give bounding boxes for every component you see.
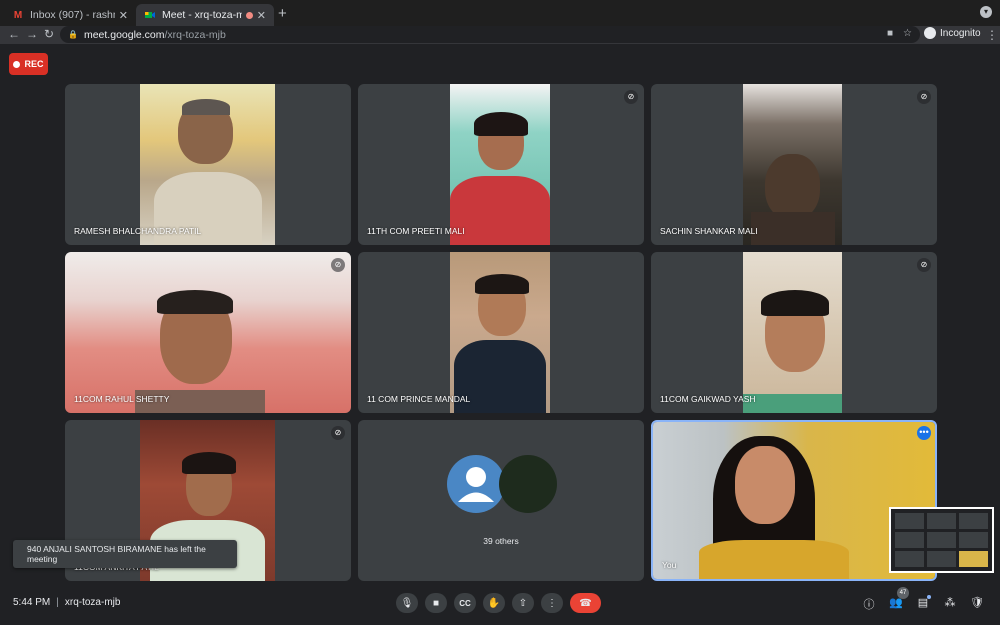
address-bar[interactable]: 🔒 meet.google.com /xrq-toza-mjb ■ ☆ xyxy=(60,26,920,43)
participant-name: SACHIN SHANKAR MALI xyxy=(660,226,758,236)
bookmark-star-icon[interactable]: ☆ xyxy=(903,28,912,39)
current-time: 5:44 PM xyxy=(13,597,51,608)
divider: | xyxy=(56,597,59,608)
participant-tile[interactable]: 11 COM PRINCE MANDAL xyxy=(358,252,644,413)
preview-cell xyxy=(895,532,924,548)
browser-toolbar: ← → ↻ 🔒 meet.google.com /xrq-toza-mjb ■ … xyxy=(0,26,1000,44)
closed-captions-icon: CC xyxy=(459,598,471,608)
participant-name: 11COM RAHUL SHETTY xyxy=(74,394,170,404)
preview-cell xyxy=(927,513,956,529)
captions-button[interactable]: CC xyxy=(454,593,476,613)
close-tab-icon[interactable]: ✕ xyxy=(119,9,128,22)
microphone-icon: 🎙 xyxy=(400,597,414,609)
microphone-button[interactable]: 🎙 xyxy=(396,593,418,613)
tab-gmail-inbox[interactable]: M Inbox (907) - rashmisolanki@ ✕ xyxy=(4,4,136,26)
more-options-button[interactable]: ⋮ xyxy=(541,593,563,613)
mic-off-icon: ⊘ xyxy=(624,90,638,104)
activities-icon[interactable]: ⁂ xyxy=(942,596,958,610)
preview-cell xyxy=(959,513,988,529)
url-path: /xrq-toza-mjb xyxy=(164,28,226,41)
toast-text: 940 ANJALI SANTOSH BIRAMANE has left the… xyxy=(27,544,206,564)
others-tile[interactable]: 39 others xyxy=(358,420,644,581)
participant-tile[interactable]: 11TH COM PREETI MALI ⊘ xyxy=(358,84,644,245)
preview-cell xyxy=(895,551,924,567)
recording-indicator-icon xyxy=(245,11,253,19)
host-controls-icon[interactable]: 🛡 xyxy=(969,596,985,610)
present-screen-icon: ⇧ xyxy=(518,597,528,609)
participant-count-badge: 47 xyxy=(897,587,909,599)
participant-video xyxy=(450,84,550,245)
participant-tile[interactable]: RAMESH BHALCHANDRA PATIL xyxy=(65,84,351,245)
participant-video xyxy=(140,84,275,245)
lock-icon[interactable]: 🔒 xyxy=(68,30,78,39)
raise-hand-button[interactable]: ✋ xyxy=(483,593,505,613)
participant-name: 11COM GAIKWAD YASH xyxy=(660,394,756,404)
camera-icon: ■ xyxy=(432,597,440,609)
avatar xyxy=(499,455,557,513)
participant-video xyxy=(450,252,550,413)
tab-title: Meet - xrq-toza-mjb xyxy=(162,9,242,21)
incognito-label: Incognito xyxy=(940,27,981,39)
presentation-preview[interactable] xyxy=(889,507,994,573)
close-tab-icon[interactable]: ✕ xyxy=(257,9,266,22)
phone-hangup-icon: ☎ xyxy=(579,597,592,609)
incognito-icon xyxy=(924,27,936,39)
rec-label: REC xyxy=(24,59,44,69)
notification-toast: 940 ANJALI SANTOSH BIRAMANE has left the… xyxy=(13,540,237,568)
browser-tab-strip: M Inbox (907) - rashmisolanki@ ✕ Meet - … xyxy=(0,0,1000,26)
browser-menu-icon[interactable]: ⋮ xyxy=(986,28,998,42)
participant-tile[interactable]: 11COM GAIKWAD YASH ⊘ xyxy=(651,252,937,413)
record-dot-icon xyxy=(13,60,21,68)
chat-notification-dot xyxy=(927,595,931,599)
tab-title: Inbox (907) - rashmisolanki@ xyxy=(30,9,115,21)
meeting-code: xrq-toza-mjb xyxy=(64,597,121,608)
avatar-placeholder xyxy=(447,455,505,513)
gmail-icon: M xyxy=(13,9,23,21)
tab-search-icon[interactable]: ▾ xyxy=(980,6,992,18)
participant-name: RAMESH BHALCHANDRA PATIL xyxy=(74,226,202,236)
forward-icon[interactable]: → xyxy=(26,27,38,41)
mic-off-icon: ⊘ xyxy=(917,258,931,272)
others-avatars xyxy=(447,455,557,513)
present-button[interactable]: ⇧ xyxy=(512,593,534,613)
url-host: meet.google.com xyxy=(83,28,165,41)
incognito-indicator[interactable]: Incognito xyxy=(924,27,981,39)
camera-button[interactable]: ■ xyxy=(425,593,447,613)
camera-icon[interactable]: ■ xyxy=(887,28,893,39)
more-vert-icon: ⋮ xyxy=(547,597,557,609)
recording-badge: REC xyxy=(9,53,48,75)
more-options-icon[interactable]: ••• xyxy=(917,426,931,440)
preview-cell xyxy=(927,551,956,567)
hand-icon: ✋ xyxy=(487,597,501,609)
reload-icon[interactable]: ↻ xyxy=(44,27,54,41)
participant-video xyxy=(743,252,842,413)
mic-off-icon: ⊘ xyxy=(331,258,345,272)
preview-cell xyxy=(959,532,988,548)
preview-cell xyxy=(895,513,924,529)
new-tab-button[interactable]: + xyxy=(278,5,287,22)
participant-tile[interactable]: SACHIN SHANKAR MALI ⊘ xyxy=(651,84,937,245)
participant-name: 11 COM PRINCE MANDAL xyxy=(367,394,471,404)
preview-cell xyxy=(959,551,988,567)
meeting-details: 5:44 PM | xrq-toza-mjb xyxy=(13,597,120,608)
participant-video xyxy=(743,84,842,245)
preview-cell xyxy=(927,532,956,548)
leave-call-button[interactable]: ☎ xyxy=(570,593,601,613)
participant-video xyxy=(65,252,351,413)
meet-icon xyxy=(144,9,156,21)
mic-off-icon: ⊘ xyxy=(917,90,931,104)
participant-tile[interactable]: 11COM RAHUL SHETTY ⊘ xyxy=(65,252,351,413)
mic-off-icon: ⊘ xyxy=(331,426,345,440)
participant-name: You xyxy=(662,560,677,570)
participant-name: 11TH COM PREETI MALI xyxy=(367,226,465,236)
back-icon[interactable]: ← xyxy=(8,27,20,41)
others-count-label: 39 others xyxy=(483,536,519,546)
meeting-info-icon[interactable]: ⓘ xyxy=(861,596,877,611)
tab-meet[interactable]: Meet - xrq-toza-mjb ✕ xyxy=(136,4,274,26)
